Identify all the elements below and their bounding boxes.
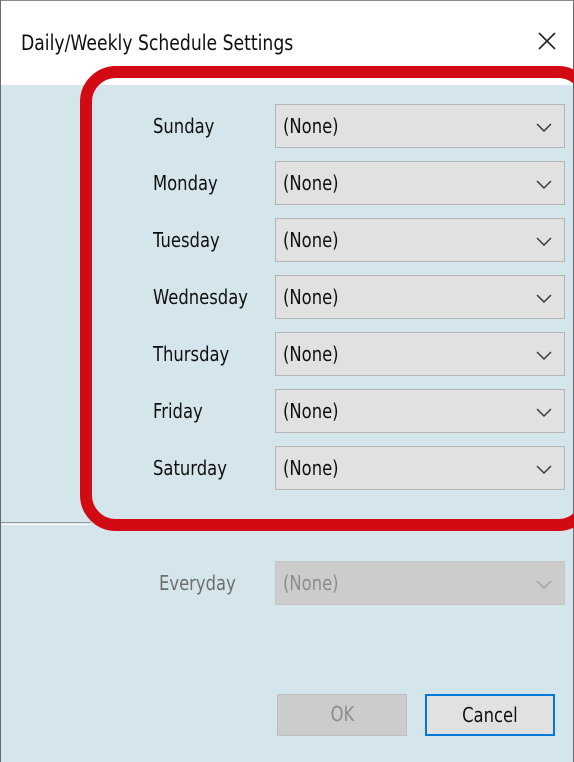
day-label-wednesday: Wednesday — [153, 285, 248, 309]
day-label-monday: Monday — [153, 171, 218, 195]
select-value: (None) — [283, 342, 339, 366]
day-select-sunday[interactable]: (None) — [275, 104, 565, 148]
chevron-down-icon — [536, 180, 552, 189]
everyday-label: Everyday — [159, 571, 236, 595]
day-select-saturday[interactable]: (None) — [275, 446, 565, 490]
cancel-button-label: Cancel — [462, 703, 518, 727]
day-label-thursday: Thursday — [153, 342, 230, 366]
day-select-monday[interactable]: (None) — [275, 161, 565, 205]
ok-button: OK — [277, 694, 407, 736]
title-bar: Daily/Weekly Schedule Settings — [1, 0, 573, 85]
select-value: (None) — [283, 228, 339, 252]
day-select-thursday[interactable]: (None) — [275, 332, 565, 376]
chevron-down-icon — [536, 580, 552, 589]
day-label-saturday: Saturday — [153, 456, 227, 480]
ok-button-label: OK — [330, 702, 354, 726]
chevron-down-icon — [536, 294, 552, 303]
schedule-settings-dialog: Daily/Weekly Schedule Settings Sunday (N… — [0, 0, 574, 762]
select-value: (None) — [283, 571, 339, 595]
day-select-friday[interactable]: (None) — [275, 389, 565, 433]
chevron-down-icon — [536, 465, 552, 474]
select-value: (None) — [283, 285, 339, 309]
cancel-button[interactable]: Cancel — [425, 694, 555, 736]
day-label-sunday: Sunday — [153, 114, 215, 138]
everyday-select: (None) — [275, 561, 565, 605]
day-select-wednesday[interactable]: (None) — [275, 275, 565, 319]
chevron-down-icon — [536, 123, 552, 132]
close-icon — [538, 32, 556, 50]
close-button[interactable] — [521, 15, 571, 65]
select-value: (None) — [283, 456, 339, 480]
dialog-title: Daily/Weekly Schedule Settings — [21, 31, 294, 55]
chevron-down-icon — [536, 237, 552, 246]
day-label-tuesday: Tuesday — [153, 228, 220, 252]
day-select-tuesday[interactable]: (None) — [275, 218, 565, 262]
select-value: (None) — [283, 171, 339, 195]
select-value: (None) — [283, 114, 339, 138]
chevron-down-icon — [536, 351, 552, 360]
day-label-friday: Friday — [153, 399, 203, 423]
separator-line — [1, 522, 91, 523]
chevron-down-icon — [536, 408, 552, 417]
select-value: (None) — [283, 399, 339, 423]
separator-line-highlight — [1, 524, 91, 525]
